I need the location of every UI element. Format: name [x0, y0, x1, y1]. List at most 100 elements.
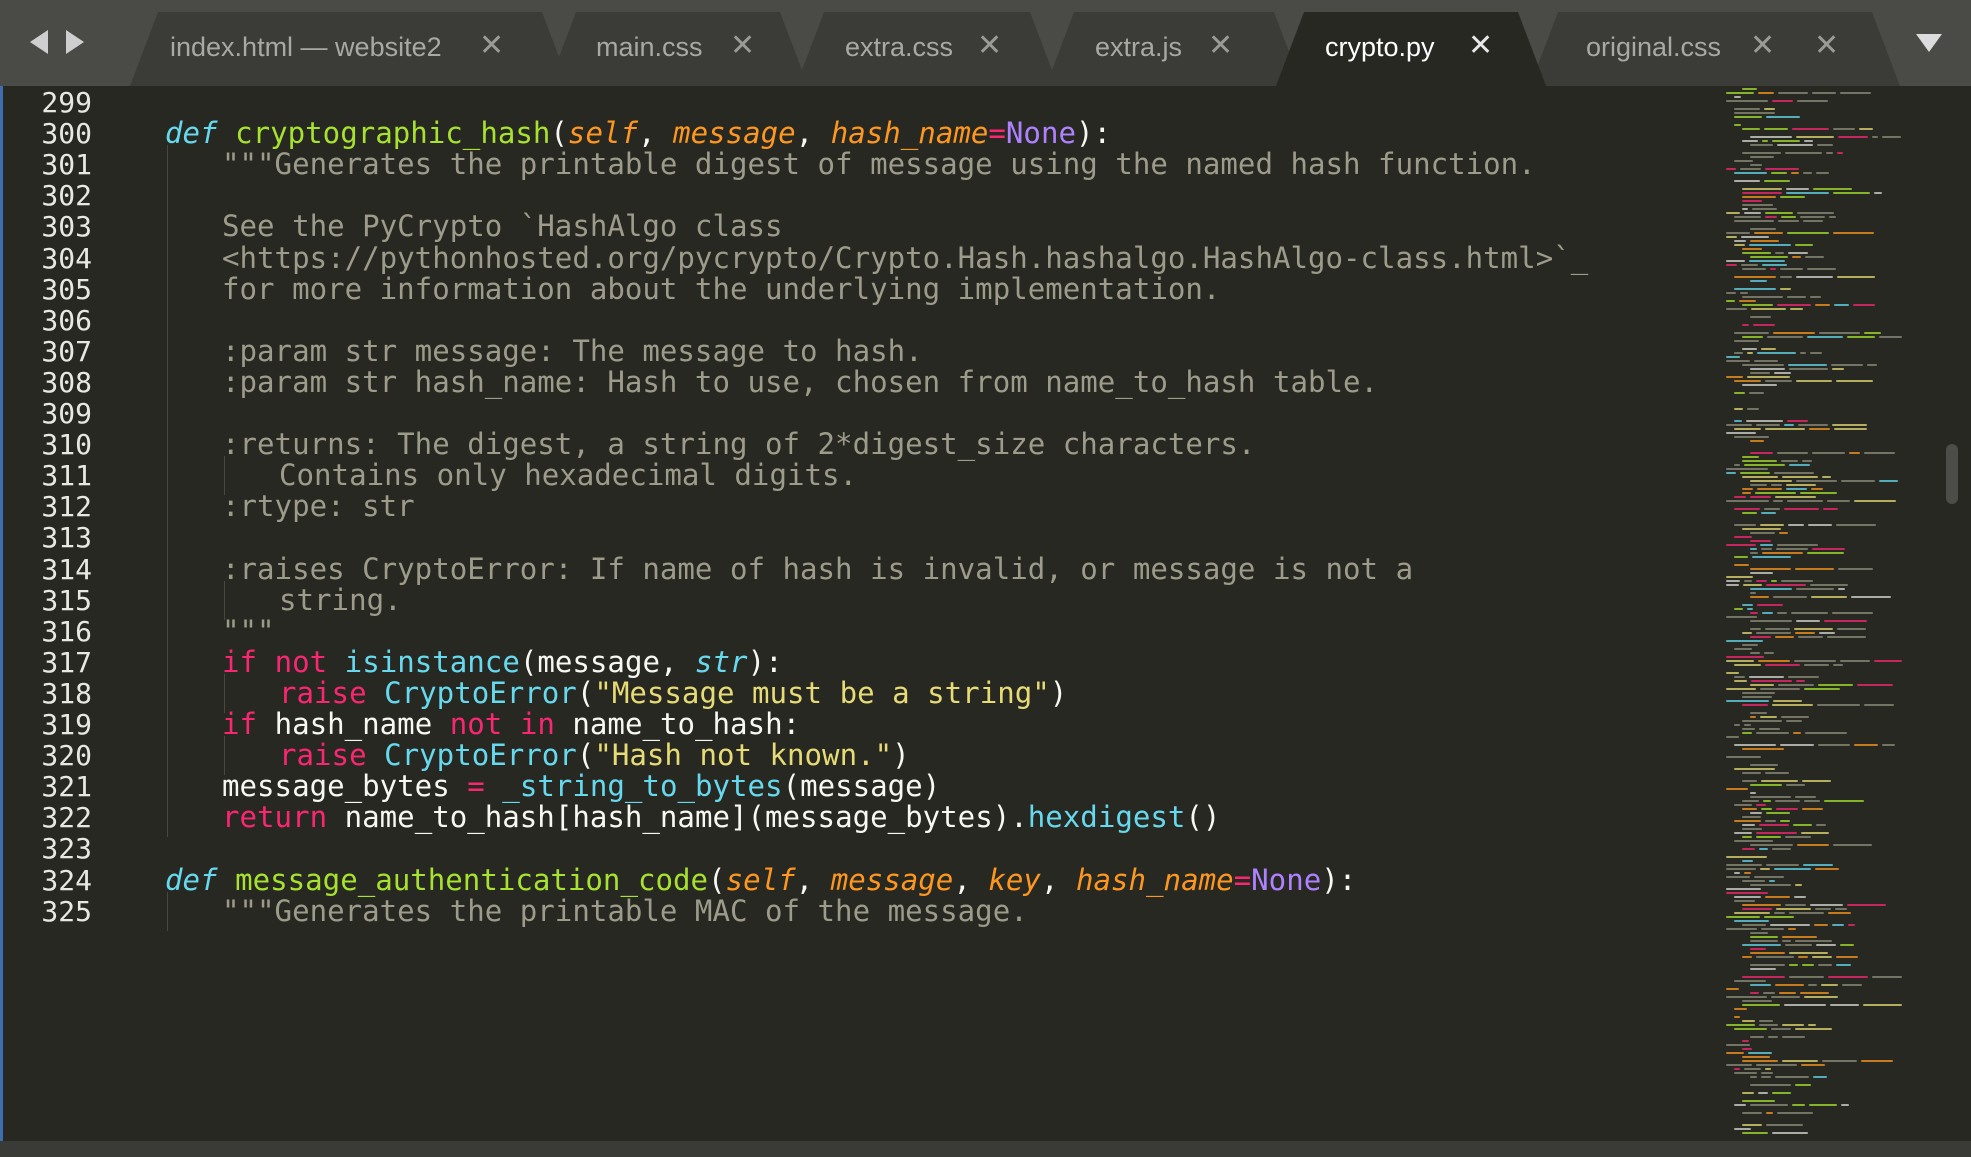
minimap-line	[1769, 880, 1775, 882]
minimap-line	[1734, 464, 1740, 466]
minimap-line	[1796, 136, 1834, 138]
minimap-line	[1840, 944, 1854, 946]
minimap-line	[1750, 612, 1758, 614]
minimap-line	[1816, 824, 1826, 826]
minimap-line	[1796, 620, 1820, 622]
minimap-line	[1726, 1044, 1750, 1046]
minimap-line	[1773, 596, 1807, 598]
minimap-line	[1742, 512, 1757, 514]
close-icon[interactable]: ✕	[977, 28, 1002, 63]
tab-main-css[interactable]: main.css ✕	[548, 12, 808, 86]
minimap-line	[1741, 264, 1758, 266]
minimap-line	[1837, 628, 1866, 630]
minimap-line	[1837, 152, 1843, 154]
scrollbar[interactable]	[1944, 86, 1960, 1141]
minimap-line	[1742, 1132, 1768, 1134]
minimap-line	[1833, 192, 1870, 194]
tab-crypto-py[interactable]: crypto.py ✕	[1276, 12, 1546, 86]
horizontal-scrollbar[interactable]	[0, 1141, 1971, 1157]
minimap-line	[1774, 868, 1811, 870]
minimap-line	[1750, 684, 1774, 686]
minimap-line	[1726, 688, 1756, 690]
minimap-line	[1792, 128, 1829, 130]
tab-extra-js[interactable]: extra.js ✕	[1046, 12, 1302, 86]
minimap-line	[1834, 304, 1849, 306]
minimap-line	[1742, 956, 1752, 958]
scrollbar-thumb[interactable]	[1946, 444, 1958, 504]
minimap-line	[1734, 980, 1766, 982]
minimap[interactable]	[1722, 86, 1948, 1141]
minimap-line	[1750, 588, 1792, 590]
close-icon[interactable]: ✕	[479, 28, 504, 63]
minimap-line	[1750, 764, 1778, 766]
minimap-line	[1750, 1036, 1764, 1038]
minimap-line	[1742, 924, 1766, 926]
minimap-line	[1726, 500, 1769, 502]
minimap-line	[1750, 496, 1771, 498]
minimap-line	[1750, 1076, 1757, 1078]
minimap-line	[1726, 424, 1752, 426]
minimap-line	[1787, 296, 1806, 298]
minimap-line	[1742, 836, 1752, 838]
close-icon[interactable]: ✕	[730, 28, 755, 63]
minimap-line	[1802, 460, 1812, 462]
minimap-line	[1764, 180, 1790, 182]
minimap-line	[1836, 524, 1876, 526]
minimap-line	[1796, 588, 1834, 590]
line-number[interactable]: 325	[0, 892, 92, 931]
minimap-line	[1742, 460, 1777, 462]
code-editor[interactable]: 299 300 def cryptographic_hash(self, messa…	[0, 86, 1971, 1141]
minimap-line	[1802, 808, 1823, 810]
minimap-line	[1794, 628, 1833, 630]
minimap-line	[1784, 508, 1819, 510]
tab-original-css[interactable]: original.css ✕	[1530, 12, 1900, 86]
minimap-line	[1804, 996, 1838, 998]
triangle-right-icon[interactable]	[66, 30, 84, 54]
minimap-line	[1832, 612, 1873, 614]
minimap-line	[1734, 220, 1774, 222]
minimap-line	[1815, 908, 1831, 910]
minimap-line	[1759, 728, 1780, 730]
minimap-line	[1742, 1124, 1762, 1126]
minimap-line	[1833, 844, 1872, 846]
minimap-line	[1761, 1072, 1773, 1074]
minimap-line	[1815, 304, 1830, 306]
minimap-line	[1760, 688, 1800, 690]
close-icon[interactable]: ✕	[1208, 28, 1233, 63]
minimap-line	[1726, 264, 1737, 266]
minimap-line	[1811, 596, 1847, 598]
triangle-left-icon[interactable]	[30, 30, 48, 54]
minimap-line	[1863, 1004, 1902, 1006]
tab-index-html[interactable]: index.html — website2 ✕	[130, 12, 570, 86]
minimap-line	[1795, 884, 1802, 886]
minimap-line	[1761, 348, 1776, 350]
close-icon[interactable]: ✕	[1750, 28, 1775, 63]
minimap-line	[1756, 832, 1797, 834]
minimap-line	[1750, 812, 1762, 814]
minimap-line	[1761, 808, 1772, 810]
close-icon[interactable]: ✕	[1468, 28, 1493, 63]
close-icon[interactable]: ✕	[1814, 28, 1839, 63]
minimap-line	[1786, 488, 1807, 490]
minimap-line	[1740, 472, 1770, 474]
minimap-line	[1749, 260, 1785, 262]
minimap-line	[1782, 1060, 1818, 1062]
minimap-line	[1726, 360, 1750, 362]
tab-extra-css[interactable]: extra.css ✕	[796, 12, 1058, 86]
minimap-line	[1759, 1024, 1778, 1026]
code-line[interactable]: 325 """Generates the printable MAC of the…	[0, 891, 1720, 931]
minimap-line	[1734, 508, 1760, 510]
minimap-line	[1756, 956, 1794, 958]
minimap-line	[1803, 864, 1833, 866]
minimap-line	[1744, 580, 1752, 582]
minimap-line	[1797, 100, 1828, 102]
minimap-line	[1734, 408, 1743, 410]
minimap-line	[1742, 348, 1757, 350]
minimap-line	[1726, 672, 1739, 674]
minimap-line	[1795, 1028, 1832, 1030]
minimap-line	[1804, 664, 1829, 666]
minimap-line	[1742, 816, 1761, 818]
minimap-line	[1755, 492, 1796, 494]
chevron-down-icon[interactable]	[1916, 34, 1942, 52]
minimap-line	[1785, 152, 1822, 154]
